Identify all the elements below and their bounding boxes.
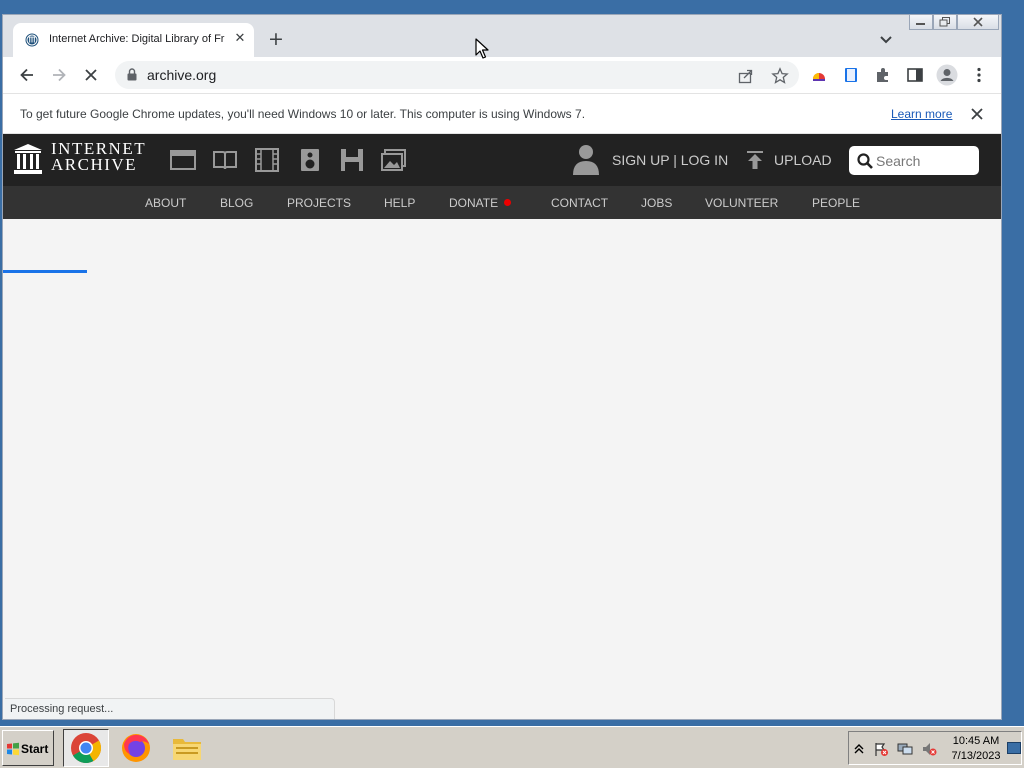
- folder-icon: [173, 739, 201, 760]
- ia-logo-text[interactable]: INTERNET ARCHIVE: [51, 140, 146, 174]
- clock-time[interactable]: 10:45 AM: [947, 735, 1005, 747]
- status-text: Processing request...: [10, 703, 114, 715]
- ia-header: INTERNET ARCHIVE SIGN UP | LOG IN UPLOAD…: [3, 134, 1001, 186]
- address-bar[interactable]: archive.org: [115, 61, 799, 89]
- close-window-button[interactable]: [957, 15, 999, 30]
- ia-search-box[interactable]: [849, 146, 979, 175]
- firefox-icon: [122, 734, 150, 762]
- browser-window: Internet Archive: Digital Library of Fre…: [2, 14, 1002, 720]
- web-icon[interactable]: [170, 148, 196, 172]
- back-arrow-icon[interactable]: [17, 65, 37, 85]
- internet-archive-logo-icon[interactable]: [13, 142, 43, 175]
- volume-muted-icon[interactable]: [921, 741, 937, 757]
- nav-projects[interactable]: PROJECTS: [287, 196, 351, 210]
- tab-strip: Internet Archive: Digital Library of Fre…: [3, 15, 1001, 57]
- extensions-puzzle-icon[interactable]: [873, 65, 893, 85]
- status-bubble: Processing request...: [5, 698, 335, 719]
- minimize-icon: [916, 23, 925, 25]
- browser-toolbar: archive.org: [3, 57, 1001, 93]
- page-loading-progress-bar: [3, 270, 87, 273]
- restore-button[interactable]: [933, 15, 957, 30]
- images-icon[interactable]: [381, 148, 407, 172]
- nav-jobs[interactable]: JOBS: [641, 196, 672, 210]
- stop-loading-x-icon[interactable]: [81, 65, 101, 85]
- windows-flag-icon: [7, 742, 19, 756]
- ia-nav-bar: ABOUT BLOG PROJECTS HELP DONATE CONTACT …: [3, 186, 1001, 273]
- minimize-button[interactable]: [909, 15, 933, 30]
- restore-icon: [939, 17, 950, 27]
- taskbar-firefox-button[interactable]: [113, 729, 159, 767]
- extension-colorful-icon[interactable]: [809, 65, 829, 85]
- extension-book-icon[interactable]: [841, 65, 861, 85]
- bookmark-star-icon[interactable]: [771, 67, 789, 85]
- profile-avatar-icon[interactable]: [936, 64, 958, 86]
- nav-about[interactable]: ABOUT: [145, 196, 186, 210]
- upload-arrow-icon[interactable]: [745, 150, 765, 170]
- system-tray: 10:45 AM 7/13/2023: [848, 731, 1022, 765]
- close-window-icon: [973, 17, 983, 27]
- nav-donate[interactable]: DONATE: [449, 196, 512, 210]
- nav-volunteer[interactable]: VOLUNTEER: [705, 196, 778, 210]
- url-text: archive.org: [147, 67, 217, 83]
- start-button[interactable]: Start: [2, 730, 54, 766]
- share-icon[interactable]: [737, 67, 755, 85]
- show-hidden-icons-chevron-icon[interactable]: [853, 741, 865, 757]
- nav-contact[interactable]: CONTACT: [551, 196, 608, 210]
- tab-title: Internet Archive: Digital Library of Fre…: [49, 33, 225, 45]
- infobar-close-icon[interactable]: [968, 105, 986, 123]
- video-film-icon[interactable]: [254, 148, 280, 172]
- update-infobar: To get future Google Chrome updates, you…: [3, 93, 1001, 134]
- network-icon[interactable]: [897, 741, 913, 757]
- tab-close-icon[interactable]: ✕: [231, 30, 249, 48]
- page-viewport: INTERNET ARCHIVE SIGN UP | LOG IN UPLOAD…: [3, 134, 1001, 719]
- search-input[interactable]: [876, 150, 972, 171]
- taskbar-file-explorer-button[interactable]: [164, 729, 210, 767]
- audio-speaker-icon[interactable]: [297, 148, 323, 172]
- nav-help[interactable]: HELP: [384, 196, 415, 210]
- texts-book-icon[interactable]: [212, 148, 238, 172]
- nav-donate-label: DONATE: [449, 196, 499, 210]
- mouse-cursor-icon: [475, 38, 489, 59]
- internet-archive-favicon-icon: [25, 33, 39, 47]
- start-label: Start: [21, 742, 49, 756]
- clock-date[interactable]: 7/13/2023: [945, 750, 1007, 762]
- donate-heart-dot-icon: [504, 199, 512, 206]
- show-desktop-icon[interactable]: [1007, 740, 1021, 756]
- learn-more-link[interactable]: Learn more: [891, 107, 952, 121]
- windows-taskbar: Start 10:45 AM 7/13/2023: [0, 726, 1024, 768]
- software-floppy-disk-icon[interactable]: [339, 148, 365, 172]
- more-menu-vertical-dots-icon[interactable]: [969, 65, 989, 85]
- lock-icon: [127, 68, 137, 81]
- forward-arrow-icon[interactable]: [49, 65, 69, 85]
- action-center-flag-icon[interactable]: [873, 741, 889, 757]
- sign-up-log-in-link[interactable]: SIGN UP | LOG IN: [612, 152, 728, 168]
- side-panel-icon[interactable]: [905, 65, 925, 85]
- taskbar-chrome-button[interactable]: [63, 729, 109, 767]
- upload-link[interactable]: UPLOAD: [774, 152, 832, 168]
- logo-line-archive: ARCHIVE: [51, 155, 138, 174]
- search-icon[interactable]: [857, 153, 873, 169]
- infobar-message: To get future Google Chrome updates, you…: [20, 107, 586, 121]
- window-controls: [909, 15, 999, 31]
- tab-search-chevron-down-icon[interactable]: [876, 29, 896, 49]
- nav-people[interactable]: PEOPLE: [812, 196, 860, 210]
- new-tab-plus-icon[interactable]: +: [265, 29, 287, 51]
- user-avatar-icon[interactable]: [571, 143, 601, 175]
- chrome-icon: [71, 733, 102, 764]
- nav-blog[interactable]: BLOG: [220, 196, 253, 210]
- tab-internet-archive[interactable]: Internet Archive: Digital Library of Fre…: [13, 23, 254, 57]
